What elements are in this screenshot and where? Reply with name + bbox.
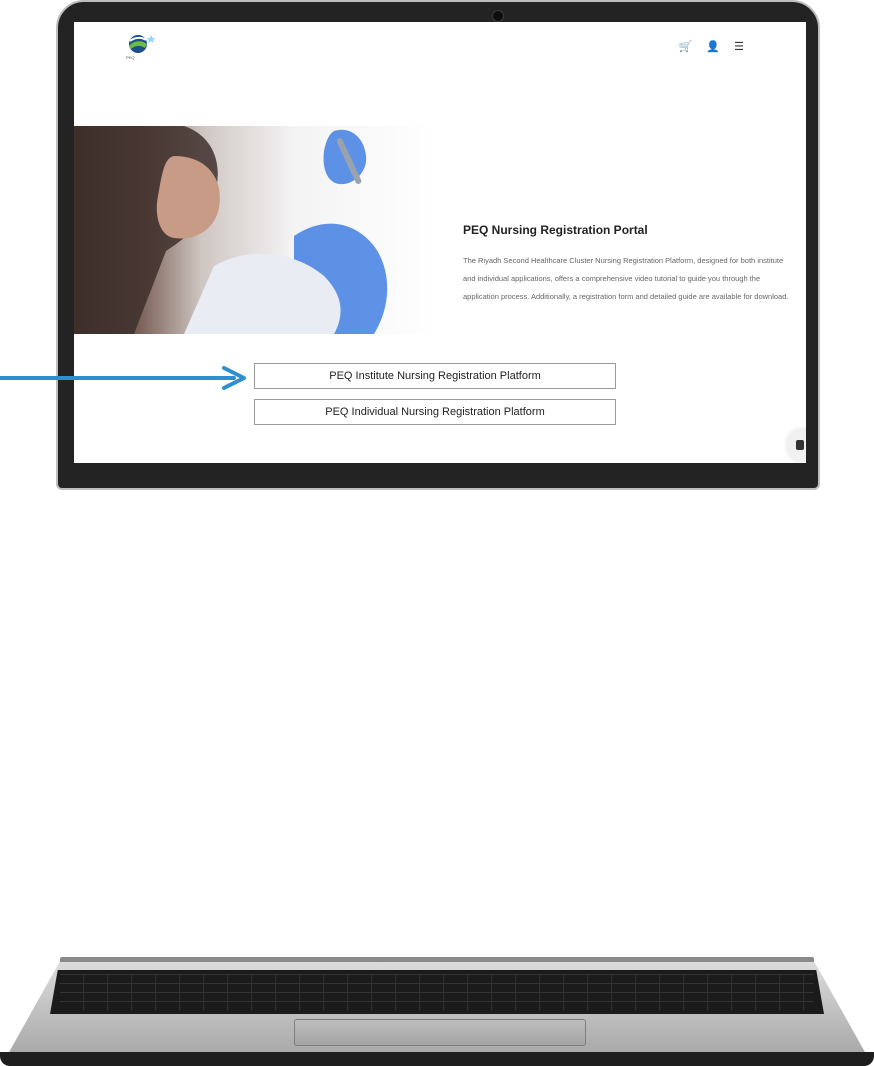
- individual-registration-button[interactable]: PEQ Individual Nursing Registration Plat…: [254, 399, 616, 425]
- arrow-icon: [0, 366, 246, 390]
- page-title: PEQ Nursing Registration Portal: [463, 223, 648, 237]
- chat-widget-button[interactable]: [788, 430, 806, 460]
- trackpad: [294, 1019, 586, 1046]
- header-icons: 🛒 👤 ☰: [679, 42, 744, 53]
- portal-description: The Riyadh Second Healthcare Cluster Nur…: [463, 256, 789, 301]
- nurse-pipette-illustration: [74, 126, 388, 334]
- hero-image: [74, 126, 438, 334]
- user-icon[interactable]: 👤: [706, 42, 720, 53]
- laptop-base: [0, 478, 874, 1066]
- laptop-front-lip: [0, 1052, 874, 1066]
- browser-screen: PEQ 🛒 👤 ☰ PEQ Nursing Registration Porta…: [74, 22, 806, 463]
- webcam: [492, 10, 504, 22]
- cart-icon[interactable]: 🛒: [679, 42, 693, 53]
- menu-icon[interactable]: ☰: [734, 42, 744, 53]
- keyboard-keys: [60, 974, 814, 1010]
- institute-registration-button[interactable]: PEQ Institute Nursing Registration Platf…: [254, 363, 616, 389]
- logo-wordmark: PEQ: [126, 55, 135, 60]
